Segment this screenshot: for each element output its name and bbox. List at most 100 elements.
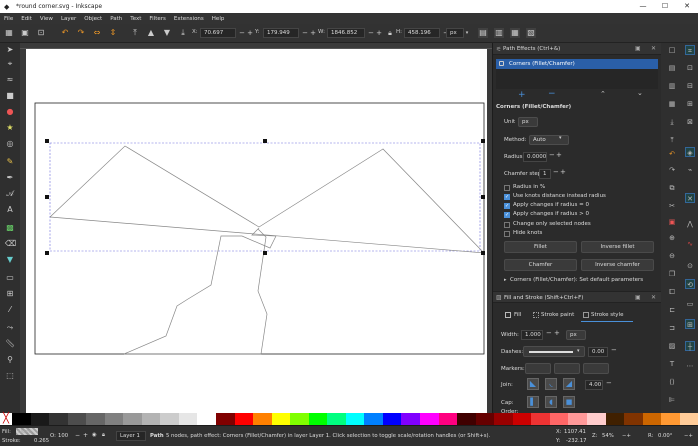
minimize-icon[interactable]: — <box>632 0 654 13</box>
color-swatch[interactable] <box>49 413 68 425</box>
color-swatch[interactable] <box>86 413 105 425</box>
apply-radius-positive-checkbox[interactable]: ✓ <box>504 212 510 218</box>
color-swatch[interactable] <box>438 413 458 425</box>
menu-edit[interactable]: Edit <box>21 16 32 22</box>
color-swatch[interactable] <box>605 413 625 425</box>
zoom-selection-icon[interactable]: ⊕ <box>667 233 677 243</box>
inverse-fillet-button[interactable]: Inverse fillet <box>581 241 654 253</box>
dialog-close-icon[interactable]: ✕ <box>651 45 656 52</box>
spray-tool-icon[interactable]: ▩ <box>5 223 15 233</box>
width-increment-icon[interactable]: + <box>554 329 560 337</box>
color-swatch[interactable] <box>531 413 550 425</box>
flip-vertical-icon[interactable]: ⇕ <box>108 28 118 38</box>
color-swatch[interactable] <box>253 413 272 425</box>
unit-dropdown-icon[interactable]: ▾ <box>462 28 472 38</box>
color-swatch[interactable] <box>160 413 179 425</box>
method-dropdown-icon[interactable]: ▾ <box>559 135 562 141</box>
join-round-icon[interactable]: ◟ <box>545 378 557 390</box>
menu-filters[interactable]: Filters <box>149 16 166 22</box>
rect-tool-icon[interactable]: ■ <box>5 91 15 101</box>
ellipse-tool-icon[interactable]: ● <box>5 107 15 117</box>
color-swatch[interactable] <box>512 413 532 425</box>
deselect-icon[interactable]: ⊡ <box>36 28 46 38</box>
menu-layer[interactable]: Layer <box>61 16 76 22</box>
print-icon[interactable]: ▦ <box>667 99 677 109</box>
dashes-dropdown-icon[interactable]: ▾ <box>577 348 580 354</box>
cut-icon[interactable]: ✂ <box>667 201 677 211</box>
dash-offset-field[interactable]: 0.00 <box>588 347 608 357</box>
flip-horizontal-icon[interactable]: ⇔ <box>92 28 102 38</box>
effect-list-item[interactable]: Corners (Fillet/Chamfer) <box>496 59 658 69</box>
w-field[interactable]: 1846.852 <box>327 28 365 38</box>
unit-select[interactable]: px <box>518 117 538 127</box>
join-bevel-icon[interactable]: ◣ <box>527 378 539 390</box>
menu-extensions[interactable]: Extensions <box>174 16 204 22</box>
3dbox-tool-icon[interactable]: ⬚ <box>5 371 15 381</box>
menu-object[interactable]: Object <box>84 16 102 22</box>
color-swatch[interactable] <box>494 413 513 425</box>
color-swatch[interactable] <box>197 413 217 425</box>
x-increment-icon[interactable]: + <box>245 28 255 38</box>
rotate-ccw-icon[interactable]: ↶ <box>60 28 70 38</box>
duplicate-icon[interactable]: ❐ <box>667 269 677 279</box>
snap-nodes-icon[interactable]: ◈ <box>685 147 695 157</box>
marker-mid-select[interactable] <box>554 363 580 374</box>
spiral-tool-icon[interactable]: ◎ <box>5 139 15 149</box>
chamfer-steps-field[interactable]: 1 <box>539 169 551 179</box>
scale-corners-icon[interactable]: ▥ <box>494 28 504 38</box>
gradient-tool-icon[interactable]: ▭ <box>5 273 15 283</box>
dashes-select[interactable]: ▾ <box>523 346 585 357</box>
snap-center-icon[interactable]: ⊙ <box>685 261 695 271</box>
export-icon[interactable]: ⤒ <box>667 135 677 145</box>
menu-help[interactable]: Help <box>212 16 225 22</box>
snap-toggle-icon[interactable]: ⌗ <box>685 45 695 55</box>
color-swatch[interactable] <box>420 413 439 425</box>
x-field[interactable]: 70.697 <box>200 28 236 38</box>
calligraphy-tool-icon[interactable]: 𝒜 <box>5 189 15 199</box>
move-up-icon[interactable]: ⌃ <box>600 90 606 98</box>
undo-icon[interactable]: ↶ <box>667 149 677 159</box>
hide-knots-checkbox[interactable] <box>504 231 510 237</box>
fillet-button[interactable]: Fillet <box>504 241 577 253</box>
lower-icon[interactable]: ▼ <box>162 28 172 38</box>
add-effect-icon[interactable]: + <box>518 90 526 100</box>
cap-round-icon[interactable]: ◖ <box>545 396 557 408</box>
zoom-value[interactable]: 54% <box>602 433 614 439</box>
miter-decrement-icon[interactable]: − <box>606 379 612 387</box>
pencil-tool-icon[interactable]: ✎ <box>5 157 15 167</box>
stroke-width-status[interactable]: 0.265 <box>34 438 49 444</box>
y-field[interactable]: 179.949 <box>263 28 299 38</box>
lower-to-bottom-icon[interactable]: ⤓ <box>178 28 188 38</box>
raise-to-top-icon[interactable]: ⤒ <box>130 28 140 38</box>
color-swatch[interactable] <box>216 413 235 425</box>
marker-end-select[interactable] <box>583 363 609 374</box>
rotation-value[interactable]: 0.00° <box>658 433 672 439</box>
node-tool-icon[interactable]: ⌖ <box>5 59 15 69</box>
only-selected-checkbox[interactable] <box>504 222 510 228</box>
chamfer-button[interactable]: Chamfer <box>504 259 577 271</box>
color-swatch[interactable] <box>382 413 402 425</box>
align-icon[interactable]: ⊫ <box>667 395 677 405</box>
chamfer-decrement-icon[interactable]: − <box>553 168 559 176</box>
fs-dialog-menu-icon[interactable]: ▣ <box>635 294 641 301</box>
color-swatch[interactable] <box>30 413 50 425</box>
pen-tool-icon[interactable]: ✒ <box>5 173 15 183</box>
opacity-increment-icon[interactable]: + <box>83 432 88 439</box>
redo-icon[interactable]: ↷ <box>667 165 677 175</box>
bucket-tool-icon[interactable]: ▼ <box>5 255 15 265</box>
no-paint-swatch[interactable]: ╳ <box>0 413 12 425</box>
snap-cusp-icon[interactable]: ⋀ <box>685 219 695 229</box>
opacity-decrement-icon[interactable]: − <box>75 432 80 439</box>
color-swatch[interactable] <box>568 413 587 425</box>
text-tool-icon[interactable]: A <box>5 205 15 215</box>
ungroup-icon[interactable]: ⊐ <box>667 323 677 333</box>
color-swatch[interactable] <box>12 413 31 425</box>
width-unit-select[interactable]: px <box>566 330 586 340</box>
close-icon[interactable]: ✕ <box>676 0 698 13</box>
save-icon[interactable]: ▥ <box>667 81 677 91</box>
snap-rotation-icon[interactable]: ⟲ <box>685 279 695 289</box>
zoom-stepper-icon[interactable]: −+ <box>622 433 631 439</box>
color-swatch[interactable] <box>104 413 124 425</box>
snap-corner-icon[interactable]: ⊞ <box>685 99 695 109</box>
knots-distance-checkbox[interactable]: ✓ <box>504 194 510 200</box>
